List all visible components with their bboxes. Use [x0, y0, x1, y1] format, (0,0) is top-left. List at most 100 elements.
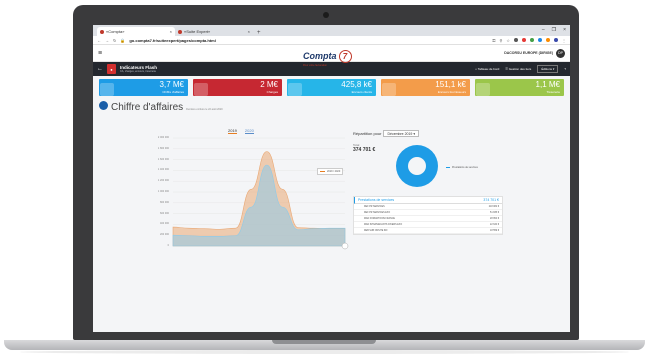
table-header[interactable]: Prestations de services 374 701 €: [354, 197, 502, 204]
tiers-label: Gestion des tiers: [508, 67, 532, 71]
kpi-label: Trésorerie: [546, 90, 560, 94]
repartition-label: Répartition pour: [353, 131, 382, 136]
page-subtitle: CA, charges, encours, trésorerie: [120, 70, 156, 73]
lock-icon: 🔒: [120, 37, 126, 43]
maximize-button[interactable]: ❐: [552, 27, 556, 33]
kpi-value: 3,7 M€: [159, 80, 184, 89]
kpi-label: Encours clients: [351, 90, 372, 94]
suppliers-icon: [382, 83, 396, 96]
kpi-card-ca[interactable]: 3,7 M€ Chiffre d'affaires: [99, 79, 188, 96]
period-select[interactable]: Décembre 2019 ▾: [383, 130, 420, 137]
company-name[interactable]: DACORSU EUROPE (DIRIGE): [504, 51, 553, 55]
donut-chart[interactable]: [396, 145, 438, 187]
help-icon[interactable]: ?: [564, 67, 566, 71]
repartition-header: Répartition pour Décembre 2019 ▾: [353, 130, 503, 137]
window-controls: – ❐ ×: [542, 27, 566, 33]
donut-legend-label: Prestations de services: [452, 166, 478, 169]
compta7-logo: Compta Pour votre facturation 7: [303, 46, 352, 67]
extension-icon[interactable]: [522, 38, 526, 42]
laptop-shadow: [20, 350, 629, 354]
minimize-button[interactable]: –: [542, 27, 545, 33]
table-header-label: Prestations de services: [358, 198, 395, 202]
key-icon[interactable]: ⚿: [492, 38, 495, 43]
toolbar-links: ⌂ Tableau de bord ☰ Gestion des tiers Éd…: [475, 65, 566, 73]
browser-tab-compta[interactable]: «Compta» ×: [97, 27, 175, 36]
editions-label: Éditions ▾: [541, 67, 555, 71]
compta-favicon-icon: [100, 29, 104, 34]
section-title: Chiffre d'affaires: [111, 102, 184, 113]
pie-chart-icon: [99, 101, 108, 110]
camera-icon: [323, 12, 329, 18]
row-value: 51 835 €: [490, 211, 499, 214]
address-bar: ← → ↻ 🔒 go.compta7.fr/suiteexpert/pages/…: [93, 36, 570, 45]
table-header-total: 374 701 €: [483, 198, 499, 202]
legend-swatch: [446, 166, 450, 169]
charges-icon: [194, 83, 208, 96]
extension-icon[interactable]: [530, 38, 534, 42]
profile-icon[interactable]: [554, 38, 558, 42]
zoom-icon[interactable]: ⚲: [499, 38, 502, 43]
laptop-notch: [272, 340, 376, 344]
tab-label: «Compta»: [106, 29, 125, 34]
browser-extensions: ⚿ ⚲ ☆ ⋮: [492, 38, 566, 43]
repartition-panel: Répartition pour Décembre 2019 ▾ Total 3…: [353, 130, 503, 235]
tab-label: «Suite Expert»: [184, 29, 211, 34]
logo-badge: 7: [338, 50, 352, 63]
row-value: 218 082 €: [488, 205, 499, 208]
back-arrow-icon[interactable]: ←: [97, 38, 101, 43]
reload-icon[interactable]: ↻: [113, 38, 116, 43]
url-field[interactable]: go.compta7.fr/suiteexpert/pages/compta.h…: [129, 38, 215, 43]
logo-subtitle: Pour votre facturation: [303, 64, 327, 67]
close-window-button[interactable]: ×: [563, 27, 566, 33]
dashboard-label: Tableau de bord: [477, 67, 500, 71]
kpi-value: 1,1 M€: [535, 80, 560, 89]
ca-icon: [100, 83, 114, 96]
dashboard-link[interactable]: ⌂ Tableau de bord: [475, 67, 499, 71]
extension-icon[interactable]: [514, 38, 518, 42]
row-name: DEF PR SERVICES EXO: [364, 211, 391, 214]
legend-label: 2019 / 2020: [327, 170, 341, 173]
forward-arrow-icon[interactable]: →: [105, 38, 109, 43]
row-name: DEB SUB ONSITE INF: [364, 229, 388, 232]
row-name: DEF PR SERVICES: [364, 205, 385, 208]
back-icon[interactable]: ←: [97, 66, 103, 72]
star-icon[interactable]: ☆: [506, 38, 510, 43]
kpi-card-charges[interactable]: 2 M€ Charges: [193, 79, 282, 96]
table-row[interactable]: DEB SUB ONSITE INF 18 559 €: [354, 228, 502, 234]
area-chart-svg: [172, 137, 349, 250]
kpi-value: 425,8 k€: [341, 80, 372, 89]
row-name: MAD FORMATIONS FRANCE: [364, 217, 395, 220]
app-header: ≡ Compta Pour votre facturation 7 DACORS…: [93, 45, 570, 67]
chart-end-marker[interactable]: [341, 242, 349, 250]
kpi-card-tresorerie[interactable]: 1,1 M€ Trésorerie: [475, 79, 564, 96]
avatar[interactable]: DP: [556, 48, 565, 58]
new-tab-button[interactable]: +: [253, 30, 265, 36]
editions-dropdown[interactable]: Éditions ▾: [537, 65, 559, 73]
clients-icon: [288, 83, 302, 96]
row-value: 28 954 €: [490, 217, 499, 220]
repartition-table: Prestations de services 374 701 € DEF PR…: [353, 196, 503, 235]
donut-legend: Prestations de services: [446, 166, 478, 169]
kpi-card-encours-clients[interactable]: 425,8 k€ Encours clients: [287, 79, 376, 96]
browser-tabbar: «Compta» × «Suite Expert» × + – ❐ ×: [93, 25, 570, 36]
extension-icon[interactable]: [538, 38, 542, 42]
row-name: MAD INTERVENANTS DIVERS EXO: [364, 223, 403, 226]
kpi-value: 151,1 k€: [435, 80, 466, 89]
section-header: Chiffre d'affaires Dernière écriture le …: [93, 99, 570, 115]
browser-tab-suite[interactable]: «Suite Expert» ×: [175, 27, 253, 36]
kpi-value: 2 M€: [260, 80, 278, 89]
more-menu-icon[interactable]: ⋮: [562, 38, 566, 43]
close-tab-icon[interactable]: ×: [248, 29, 250, 34]
suite-favicon-icon: [178, 29, 182, 34]
kpi-card-encours-fournisseurs[interactable]: 151,1 k€ Encours fournisseurs: [381, 79, 470, 96]
revenue-chart: 2019 2020 2 000 000 1 800 000 1 600 000 1 4…: [145, 128, 355, 256]
row-value: 22 634 €: [490, 223, 499, 226]
close-tab-icon[interactable]: ×: [170, 29, 172, 34]
hamburger-menu-icon[interactable]: ≡: [98, 50, 102, 57]
extension-icon[interactable]: [546, 38, 550, 42]
indicator-app-icon: ●: [107, 64, 116, 74]
kpi-label: Encours fournisseurs: [437, 90, 466, 94]
tiers-link[interactable]: ☰ Gestion des tiers: [505, 67, 531, 71]
chart-legend: 2019 / 2020: [317, 168, 344, 175]
legend-swatch: [320, 171, 325, 172]
